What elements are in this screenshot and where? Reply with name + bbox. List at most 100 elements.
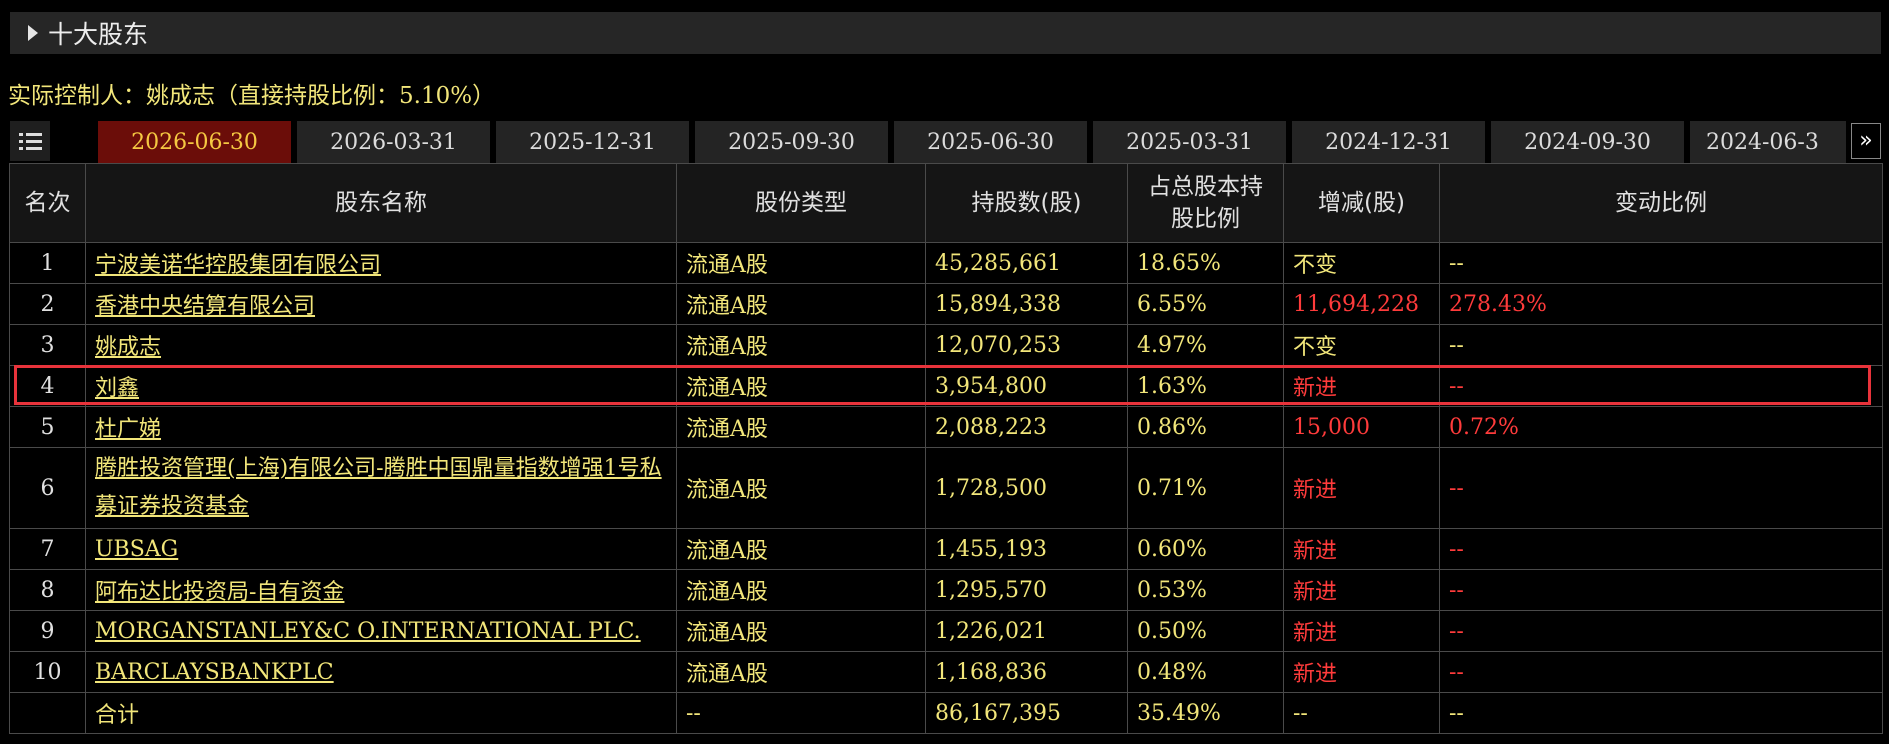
table-row: 6 腾胜投资管理(上海)有限公司-腾胜中国鼎量指数增强1号私募证券投资基金 流通A股… — [9, 447, 1883, 529]
column-header-6: 变动比例 — [1439, 163, 1883, 243]
holder-name-cell: 宁波美诺华控股集团有限公司 — [85, 242, 677, 284]
column-header-0: 名次 — [9, 163, 86, 243]
tab-period-8[interactable]: 2024-06-3 — [1690, 121, 1846, 163]
holder-name-cell: 腾胜投资管理(上海)有限公司-腾胜中国鼎量指数增强1号私募证券投资基金 — [85, 447, 677, 529]
holder-name-link[interactable]: 腾胜投资管理(上海)有限公司-腾胜中国鼎量指数增强1号私募证券投资基金 — [95, 456, 662, 519]
holder-name-link[interactable]: 杜广娣 — [95, 417, 161, 442]
change-cell: 不变 — [1283, 242, 1440, 284]
table-header-row: 名次 股东名称 股份类型 持股数(股) 占总股本持股比例 增减(股) 变动比例 — [9, 163, 1883, 243]
tab-period-4[interactable]: 2025-06-30 — [894, 121, 1087, 163]
total-shares-cell: 86,167,395 — [925, 692, 1128, 734]
holder-name-cell: 杜广娣 — [85, 406, 677, 448]
holder-name-link[interactable]: UBSAG — [95, 537, 178, 562]
change-cell: 新进 — [1283, 651, 1440, 693]
change-ratio-cell: -- — [1439, 528, 1883, 570]
holder-name-link[interactable]: 阿布达比投资局-自有资金 — [95, 580, 344, 605]
change-cell: 新进 — [1283, 610, 1440, 652]
share-type-cell: 流通A股 — [676, 365, 926, 407]
ratio-cell: 1.63% — [1127, 365, 1284, 407]
share-type-cell: 流通A股 — [676, 569, 926, 611]
column-header-2: 股份类型 — [676, 163, 926, 243]
holder-name-link[interactable]: 香港中央结算有限公司 — [95, 294, 315, 319]
total-type-cell: -- — [676, 692, 926, 734]
ratio-cell: 0.86% — [1127, 406, 1284, 448]
change-cell: 11,694,228 — [1283, 283, 1440, 325]
holder-name-link[interactable]: BARCLAYSBANKPLC — [95, 660, 334, 685]
share-type-cell: 流通A股 — [676, 324, 926, 366]
share-type-cell: 流通A股 — [676, 610, 926, 652]
tab-period-5[interactable]: 2025-03-31 — [1093, 121, 1286, 163]
top10-shareholders-table: 名次 股东名称 股份类型 持股数(股) 占总股本持股比例 增减(股) 变动比例 1 宁波美诺华… — [9, 163, 1883, 734]
share-type-cell: 流通A股 — [676, 528, 926, 570]
ratio-cell: 0.71% — [1127, 447, 1284, 529]
shares-cell: 1,455,193 — [925, 528, 1128, 570]
section-header-top10[interactable]: 十大股东 — [10, 12, 1881, 54]
ratio-cell: 4.97% — [1127, 324, 1284, 366]
holder-name-cell: 姚成志 — [85, 324, 677, 366]
total-rank-cell — [9, 692, 86, 734]
total-change-cell: -- — [1283, 692, 1440, 734]
double-chevron-right-icon[interactable]: » — [1851, 123, 1881, 159]
period-tabbar: 2026-06-30 2026-03-31 2025-12-31 2025-09-30… — [10, 121, 1881, 163]
table-row: 2 香港中央结算有限公司 流通A股 15,894,338 6.55% 11,694,228… — [9, 283, 1883, 325]
change-ratio-cell: -- — [1439, 651, 1883, 693]
list-menu-icon[interactable] — [10, 121, 50, 161]
change-cell: 新进 — [1283, 569, 1440, 611]
shares-cell: 15,894,338 — [925, 283, 1128, 325]
ratio-cell: 0.50% — [1127, 610, 1284, 652]
rank-cell: 10 — [9, 651, 86, 693]
share-type-cell: 流通A股 — [676, 447, 926, 529]
rank-cell: 6 — [9, 447, 86, 529]
ratio-cell: 18.65% — [1127, 242, 1284, 284]
tab-period-0[interactable]: 2026-06-30 — [98, 121, 291, 163]
total-ratio-cell: 35.49% — [1127, 692, 1284, 734]
column-header-5: 增减(股) — [1283, 163, 1440, 243]
period-tabs: 2026-06-30 2026-03-31 2025-12-31 2025-09-30… — [98, 121, 1881, 163]
change-cell: 新进 — [1283, 447, 1440, 529]
holder-name-link[interactable]: 宁波美诺华控股集团有限公司 — [95, 253, 381, 278]
change-ratio-cell: -- — [1439, 569, 1883, 611]
holder-name-link[interactable]: 姚成志 — [95, 335, 161, 360]
change-cell: 新进 — [1283, 365, 1440, 407]
table-row: 8 阿布达比投资局-自有资金 流通A股 1,295,570 0.53% 新进 -- — [9, 569, 1883, 611]
rank-cell: 3 — [9, 324, 86, 366]
change-ratio-cell: 0.72% — [1439, 406, 1883, 448]
rank-cell: 7 — [9, 528, 86, 570]
change-ratio-cell: -- — [1439, 610, 1883, 652]
shares-cell: 3,954,800 — [925, 365, 1128, 407]
table-row: 1 宁波美诺华控股集团有限公司 流通A股 45,285,661 18.65% 不变 -- — [9, 242, 1883, 284]
holder-name-cell: UBSAG — [85, 528, 677, 570]
tab-period-3[interactable]: 2025-09-30 — [695, 121, 888, 163]
shares-cell: 45,285,661 — [925, 242, 1128, 284]
holder-name-cell: MORGANSTANLEY&C O.INTERNATIONAL PLC. — [85, 610, 677, 652]
actual-controller-text: 实际控制人：姚成志（直接持股比例：5.10%） — [8, 83, 496, 109]
tab-period-6[interactable]: 2024-12-31 — [1292, 121, 1485, 163]
ratio-cell: 0.53% — [1127, 569, 1284, 611]
tab-period-2[interactable]: 2025-12-31 — [496, 121, 689, 163]
holder-name-link[interactable]: MORGANSTANLEY&C O.INTERNATIONAL PLC. — [95, 619, 641, 644]
change-ratio-cell: -- — [1439, 365, 1883, 407]
ratio-cell: 6.55% — [1127, 283, 1284, 325]
holder-name-cell: 香港中央结算有限公司 — [85, 283, 677, 325]
rank-cell: 8 — [9, 569, 86, 611]
tab-period-1[interactable]: 2026-03-31 — [297, 121, 490, 163]
share-type-cell: 流通A股 — [676, 242, 926, 284]
change-ratio-cell: -- — [1439, 324, 1883, 366]
shares-cell: 2,088,223 — [925, 406, 1128, 448]
share-type-cell: 流通A股 — [676, 283, 926, 325]
total-label-cell: 合计 — [85, 692, 677, 734]
total-change-ratio-cell: -- — [1439, 692, 1883, 734]
holder-name-link[interactable]: 刘鑫 — [95, 376, 139, 401]
shares-cell: 1,728,500 — [925, 447, 1128, 529]
total-row: 合计 -- 86,167,395 35.49% -- -- — [9, 692, 1883, 734]
ratio-cell: 0.60% — [1127, 528, 1284, 570]
tab-period-7[interactable]: 2024-09-30 — [1491, 121, 1684, 163]
share-type-cell: 流通A股 — [676, 406, 926, 448]
rank-cell: 1 — [9, 242, 86, 284]
column-header-3: 持股数(股) — [925, 163, 1128, 243]
table-row: 4 刘鑫 流通A股 3,954,800 1.63% 新进 -- — [9, 365, 1883, 407]
rank-cell: 4 — [9, 365, 86, 407]
shares-cell: 12,070,253 — [925, 324, 1128, 366]
section-title: 十大股东 — [48, 20, 149, 49]
rank-cell: 9 — [9, 610, 86, 652]
